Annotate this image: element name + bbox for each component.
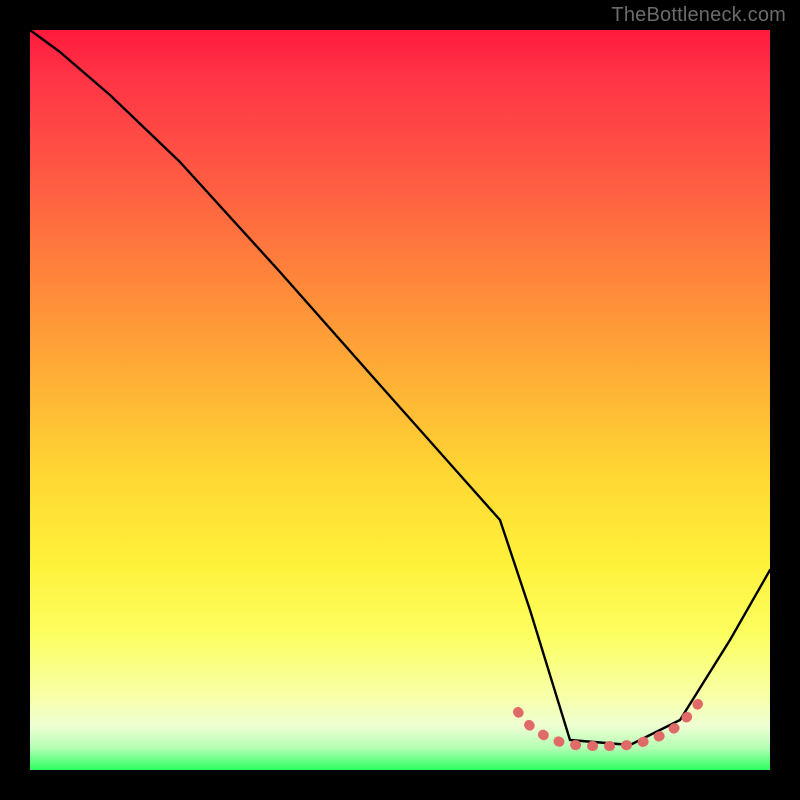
curve-line [30, 30, 770, 745]
chart-svg [30, 30, 770, 770]
optimal-range-dots [518, 704, 698, 746]
chart-stage: TheBottleneck.com [0, 0, 800, 800]
plot-area [30, 30, 770, 770]
attribution-text: TheBottleneck.com [611, 4, 786, 27]
